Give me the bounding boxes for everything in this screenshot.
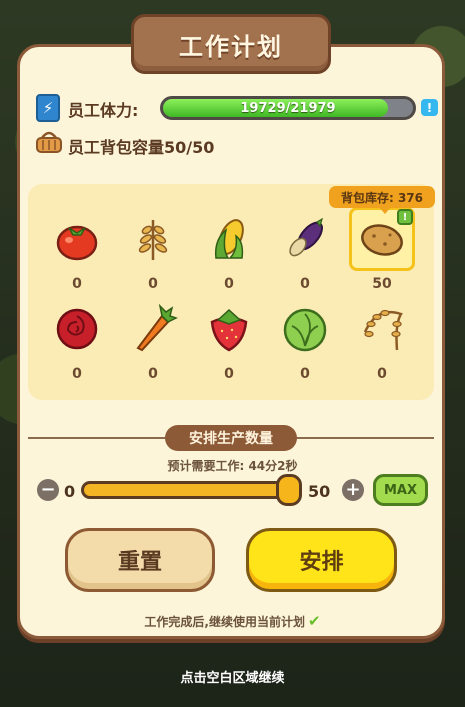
reset-button[interactable]: 重置 [65, 528, 215, 592]
slider-min-value: 0 [64, 482, 76, 501]
crop-potato[interactable]: 50 [352, 214, 412, 304]
crop-count: 0 [72, 276, 82, 292]
slider-handle[interactable] [276, 474, 302, 506]
tap-to-continue-hint: 点击空白区域继续 [180, 671, 285, 686]
dialog-title: 工作计划 [131, 14, 331, 74]
crop-rose[interactable]: 0 [47, 304, 107, 394]
crop-count: 0 [224, 366, 234, 382]
backpack-stock-tag: 背包库存: 376 [329, 186, 435, 214]
continue-plan-option[interactable]: 工作完成后,继续使用当前计划 ✔ [0, 612, 465, 630]
crop-rice[interactable]: 0 [352, 304, 412, 394]
production-title: 安排生产数量 [165, 425, 297, 451]
rice-icon [363, 309, 403, 351]
max-button[interactable]: MAX [373, 474, 428, 506]
slider-fill [84, 484, 294, 496]
decrease-button[interactable]: − [37, 479, 59, 501]
carrot-icon [136, 304, 178, 352]
potato-icon [361, 224, 403, 256]
crop-count: 0 [224, 276, 234, 292]
arrange-button[interactable]: 安排 [246, 528, 397, 592]
backpack-capacity: 员工背包容量50/50 [68, 138, 215, 157]
crop-count: 0 [148, 276, 158, 292]
estimated-time: 预计需要工作: 44分2秒 [167, 459, 298, 473]
quantity-slider[interactable] [81, 481, 297, 499]
crop-count: 0 [377, 366, 387, 382]
tomato-icon [56, 225, 98, 261]
wheat-icon [138, 220, 168, 260]
crop-tomato[interactable]: 0 [47, 214, 107, 304]
info-icon[interactable]: ! [421, 99, 438, 116]
crop-corn[interactable]: 0 [199, 214, 259, 304]
cabbage-icon [283, 308, 327, 352]
increase-button[interactable]: + [342, 479, 364, 501]
stamina-value: 19729/21979 [240, 100, 336, 116]
crop-count: 0 [72, 366, 82, 382]
crop-carrot[interactable]: 0 [123, 304, 183, 394]
strawberry-icon [210, 308, 248, 352]
basket-icon [36, 131, 62, 153]
crop-count: 0 [300, 276, 310, 292]
slider-max-value: 50 [308, 482, 331, 501]
crop-count: 0 [148, 366, 158, 382]
crop-wheat[interactable]: 0 [123, 214, 183, 304]
stamina-bar: 19729/21979 [160, 96, 416, 120]
crop-strawberry[interactable]: 0 [199, 304, 259, 394]
continue-plan-label: 工作完成后,继续使用当前计划 [144, 615, 305, 629]
crop-count: 0 [300, 366, 310, 382]
battery-icon: ⚡ [36, 94, 60, 122]
crop-cabbage[interactable]: 0 [275, 304, 335, 394]
corn-icon [214, 219, 244, 259]
rose-icon [56, 308, 98, 350]
crop-count: 50 [372, 276, 392, 292]
crop-eggplant[interactable]: 0 [275, 214, 335, 304]
eggplant-icon [289, 217, 323, 257]
stamina-label: 员工体力: [68, 101, 139, 120]
checkmark-icon[interactable]: ✔ [308, 612, 321, 630]
